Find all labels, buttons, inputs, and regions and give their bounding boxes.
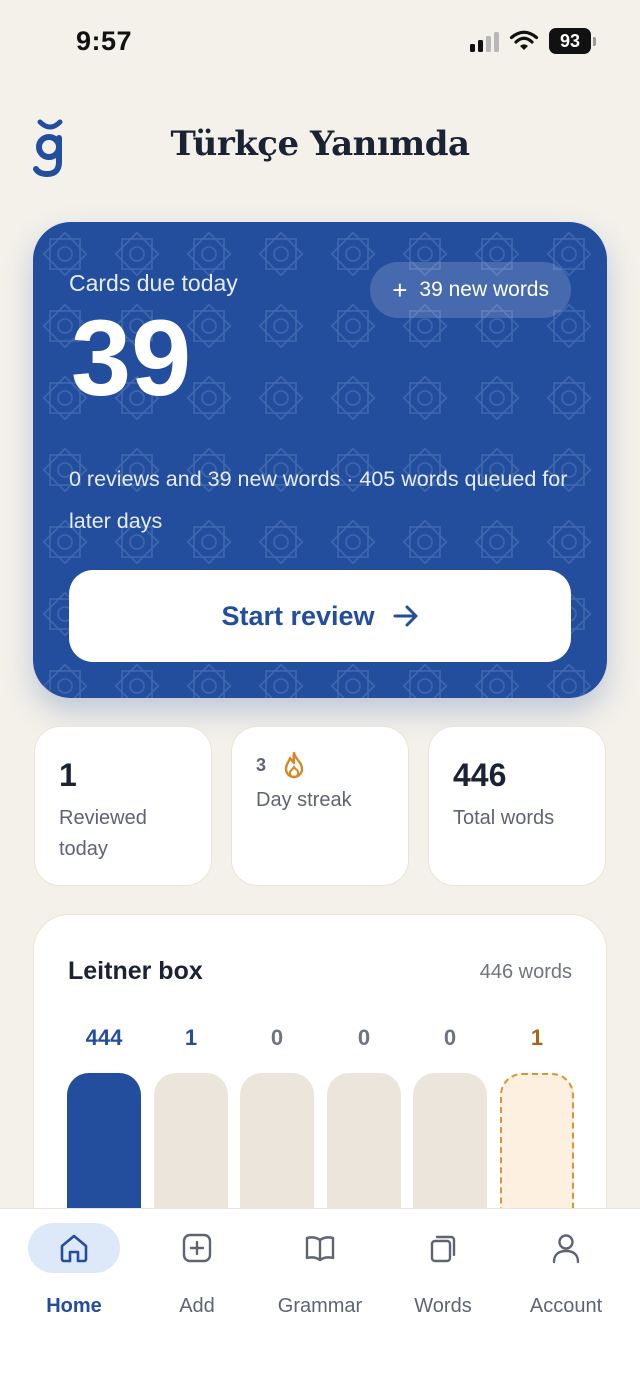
box-count: 0 — [357, 1025, 371, 1050]
leitner-box-5[interactable]: 0 — [413, 1025, 487, 1373]
box-count: 1 — [530, 1025, 544, 1050]
leitner-word-count: 446 words — [479, 961, 572, 983]
app-header: Türkçe Yanımda — [0, 112, 640, 182]
streak-label: Day streak — [256, 789, 352, 811]
app-title: Türkçe Yanımda — [170, 124, 470, 164]
arrow-right-icon — [393, 605, 418, 627]
box-count: 1 — [184, 1025, 198, 1050]
reviewed-label: Reviewed today — [59, 807, 147, 860]
nav-words[interactable]: Words — [383, 1223, 503, 1333]
start-review-button[interactable]: Start review — [69, 570, 571, 662]
nav-label: Words — [414, 1295, 472, 1317]
leitner-title: Leitner box — [68, 957, 203, 985]
leitner-box-4[interactable]: 0 — [327, 1025, 401, 1373]
nav-home[interactable]: Home — [14, 1223, 134, 1333]
box-count: 0 — [443, 1025, 457, 1050]
user-icon — [552, 1234, 580, 1264]
nav-label: Add — [179, 1295, 215, 1317]
total-words-label: Total words — [453, 807, 555, 829]
cellular-signal-icon — [470, 30, 499, 52]
leitner-box-1[interactable]: 444 — [67, 1025, 141, 1373]
leitner-box-mastered[interactable]: 1 — [500, 1025, 574, 1373]
cards-due-count: 39 — [71, 297, 192, 418]
battery-icon: 93 — [549, 28, 596, 54]
reviewed-today-stat: 1 Reviewed today — [34, 726, 212, 886]
nav-account[interactable]: Account — [506, 1223, 626, 1333]
box-count: 0 — [270, 1025, 284, 1050]
battery-level: 93 — [549, 28, 591, 54]
review-summary: 0 reviews and 39 new words · 405 words q… — [69, 467, 568, 533]
total-words-stat: 446 Total words — [428, 726, 606, 886]
plus-icon: + — [392, 275, 408, 305]
nav-label: Grammar — [277, 1295, 363, 1317]
book-icon — [305, 1236, 335, 1262]
wifi-icon — [509, 30, 539, 50]
bottom-nav: Home Add Grammar Words Account — [0, 1208, 640, 1386]
status-time: 9:57 — [76, 26, 133, 56]
nav-grammar[interactable]: Grammar — [260, 1223, 380, 1333]
start-review-label: Start review — [221, 600, 375, 631]
box-count: 444 — [85, 1025, 123, 1050]
cards-icon — [430, 1235, 456, 1263]
due-today-card: Cards due today 39 + 39 new words 0 revi… — [33, 222, 607, 698]
home-icon — [60, 1234, 88, 1263]
leitner-box-2[interactable]: 1 — [154, 1025, 228, 1373]
nav-label: Account — [529, 1295, 603, 1317]
reviewed-value: 1 — [59, 757, 77, 793]
new-words-button[interactable]: + 39 new words — [370, 262, 571, 318]
flame-icon — [284, 751, 304, 779]
add-square-icon — [182, 1233, 212, 1263]
new-words-label: 39 new words — [419, 278, 549, 301]
day-streak-stat: 3 Day streak — [231, 726, 409, 886]
cards-due-label: Cards due today — [69, 270, 238, 296]
status-indicators: 93 — [470, 28, 596, 54]
status-bar: 9:57 93 — [0, 0, 640, 80]
streak-value: 3 — [256, 755, 267, 775]
total-words-value: 446 — [453, 757, 507, 793]
leitner-box-3[interactable]: 0 — [240, 1025, 314, 1373]
nav-label: Home — [46, 1295, 102, 1317]
nav-add[interactable]: Add — [137, 1223, 257, 1333]
